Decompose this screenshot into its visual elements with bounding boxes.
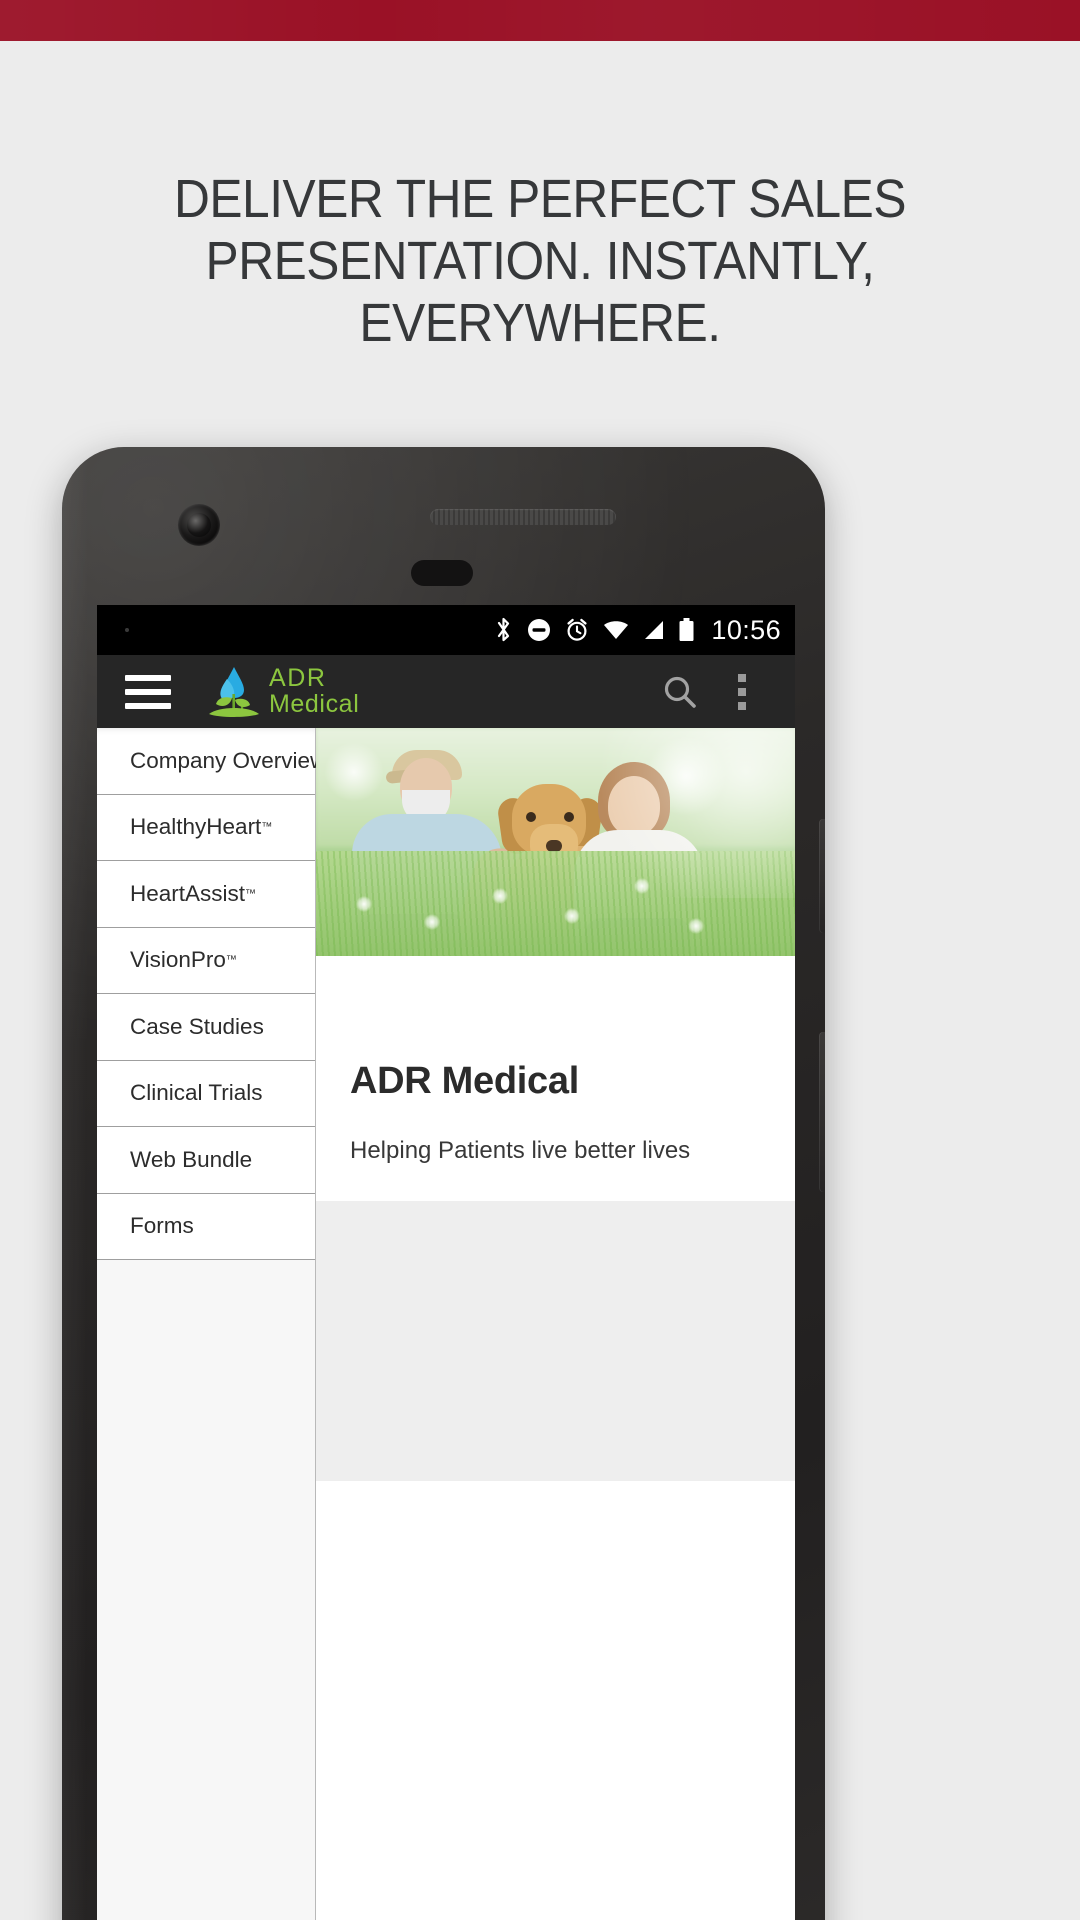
battery-icon: [678, 617, 695, 643]
page-headline: DELIVER THE PERFECT SALES PRESENTATION. …: [173, 169, 907, 354]
sidebar-item-forms[interactable]: Forms: [97, 1193, 315, 1260]
app-toolbar: ADR Medical: [97, 655, 795, 728]
hero-dandelion: [424, 914, 440, 930]
overflow-menu-icon: [738, 673, 746, 710]
nav-label: Web Bundle: [130, 1146, 253, 1172]
search-icon: [664, 676, 696, 708]
overflow-menu-button[interactable]: [711, 661, 773, 723]
screen-body: Company Overview HealthyHeart ™ HeartAssi…: [97, 728, 795, 1920]
cellular-signal-icon: [642, 618, 666, 642]
nav-label: VisionPro: [130, 947, 226, 973]
navigation-list: Company Overview HealthyHeart ™ HeartAssi…: [97, 728, 326, 1920]
adr-medical-logo-mark: [209, 666, 259, 717]
nav-label: HealthyHeart: [130, 814, 262, 840]
hamburger-line: [125, 674, 171, 681]
hero-dandelion: [688, 918, 704, 934]
sidebar-item-visionpro[interactable]: VisionPro ™: [97, 927, 315, 994]
phone-mockup: 10:56 ADR Medical Company Overview Healt…: [62, 447, 825, 1920]
hero-dandelion: [564, 908, 580, 924]
sidebar-item-company-overview[interactable]: Company Overview: [97, 728, 326, 795]
proximity-sensor: [411, 560, 473, 586]
content-spacer: [316, 956, 795, 1060]
status-bar-clock: 10:56: [711, 614, 781, 645]
hero-bokeh: [324, 742, 384, 802]
sidebar-item-healthyheart[interactable]: HealthyHeart ™: [97, 794, 315, 861]
navigation-list-empty-area: [97, 1260, 315, 1920]
overflow-dot: [738, 687, 746, 696]
hero-dandelion: [356, 896, 372, 912]
phone-screen: 10:56 ADR Medical Company Overview Healt…: [97, 605, 795, 1920]
nav-label: Clinical Trials: [130, 1080, 263, 1106]
app-logo-line1: ADR: [269, 664, 327, 692]
sidebar-item-heartassist[interactable]: HeartAssist ™: [97, 861, 315, 928]
page-subtitle: Helping Patients live better lives: [350, 1137, 691, 1164]
do-not-disturb-icon: [526, 617, 552, 643]
hero-dog-eye: [564, 812, 574, 822]
sidebar-item-web-bundle[interactable]: Web Bundle: [97, 1127, 315, 1194]
app-logo-line2: Medical: [269, 689, 360, 718]
search-button[interactable]: [649, 661, 711, 723]
top-accent-bar-sheen: [0, 0, 1080, 41]
wifi-icon: [602, 618, 630, 642]
app-logo-text: ADR Medical: [269, 664, 360, 718]
nav-label: Company Overview: [130, 747, 327, 773]
hamburger-line: [125, 688, 171, 695]
alarm-icon: [564, 617, 590, 643]
status-notification-dot: [125, 628, 129, 632]
page-title: ADR Medical: [350, 1060, 579, 1102]
nav-label: HeartAssist: [130, 880, 246, 906]
nav-label: Forms: [130, 1213, 194, 1239]
top-accent-bar: [0, 0, 1080, 41]
trademark-mark: ™: [225, 954, 237, 967]
hero-image: [316, 728, 795, 956]
front-camera-icon: [178, 504, 220, 546]
trademark-mark: ™: [261, 821, 273, 834]
hero-dog-eye: [526, 812, 536, 822]
nav-label: Case Studies: [130, 1013, 264, 1039]
content-pane: ADR Medical Helping Patients live better…: [316, 728, 795, 1920]
hamburger-line: [125, 702, 171, 709]
content-placeholder-block: [316, 1201, 795, 1481]
earpiece-speaker-grille: [430, 509, 616, 525]
sidebar-item-clinical-trials[interactable]: Clinical Trials: [97, 1060, 315, 1127]
power-button[interactable]: [819, 819, 825, 933]
bluetooth-icon: [494, 616, 514, 644]
volume-button[interactable]: [819, 1032, 825, 1192]
hero-dandelion: [492, 888, 508, 904]
sidebar-item-case-studies[interactable]: Case Studies: [97, 994, 315, 1061]
app-screenshot: DELIVER THE PERFECT SALES PRESENTATION. …: [0, 0, 1080, 1920]
overflow-dot: [738, 673, 746, 682]
hero-sun-glow: [585, 728, 795, 898]
trademark-mark: ™: [245, 887, 257, 900]
hamburger-menu-icon[interactable]: [125, 674, 171, 709]
overflow-dot: [738, 701, 746, 710]
app-logo[interactable]: ADR Medical: [205, 664, 359, 720]
android-status-bar: 10:56: [97, 605, 795, 655]
